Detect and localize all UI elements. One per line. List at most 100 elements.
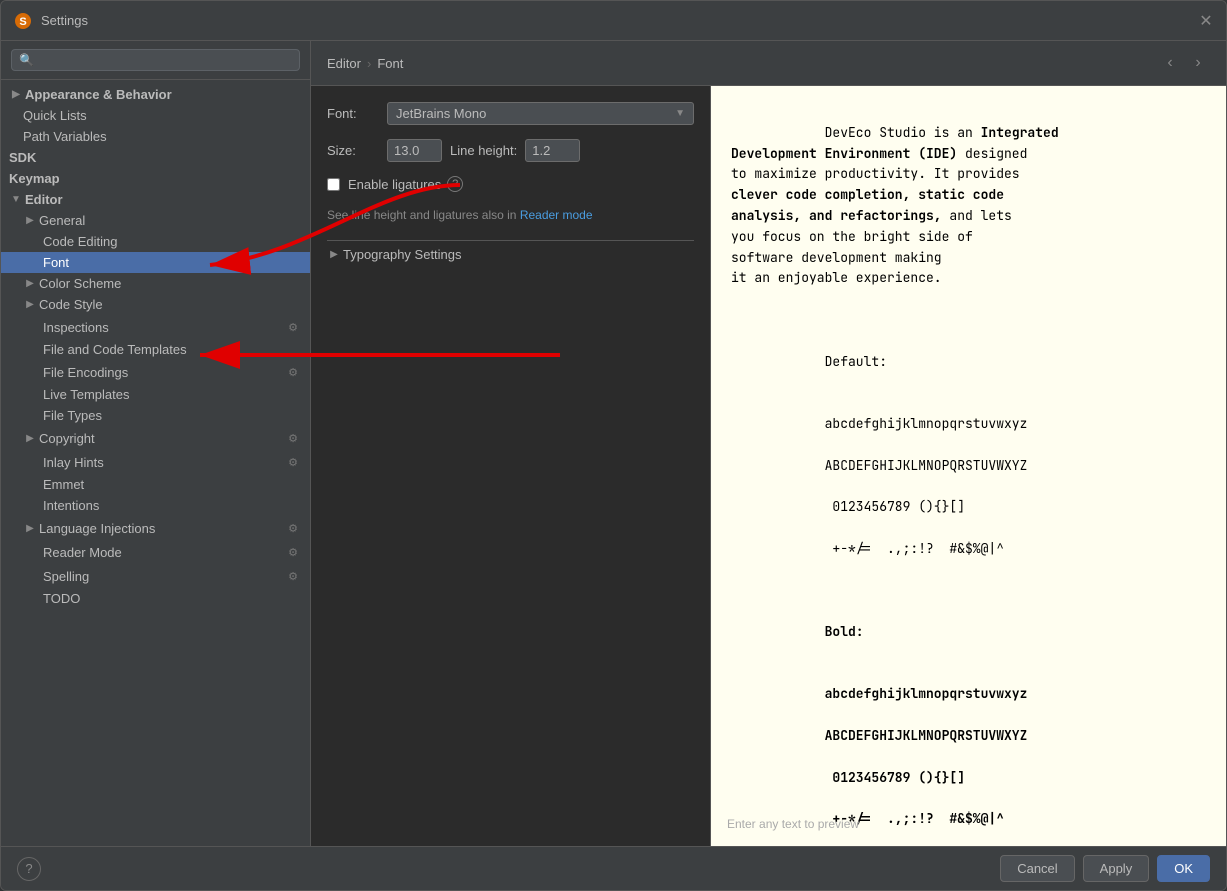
font-row: Font: JetBrains Mono ▼ [327,102,694,125]
nav-back-button[interactable]: ‹ [1158,51,1182,75]
window-title: Settings [41,13,1198,28]
settings-icon: ⚙ [284,363,302,381]
close-button[interactable]: ✕ [1198,13,1214,29]
sidebar-item-live-templates[interactable]: Live Templates [1,384,310,405]
sidebar-label: Appearance & Behavior [25,87,172,102]
sidebar-item-todo[interactable]: TODO [1,588,310,609]
sidebar-label: File Encodings [43,365,128,380]
size-label: Size: [327,143,387,158]
sidebar-label: Inlay Hints [43,455,104,470]
expand-icon: ▶ [23,521,37,535]
settings-icon: ⚙ [284,429,302,447]
sidebar-item-editor[interactable]: ▼ Editor [1,189,310,210]
enable-ligatures-label: Enable ligatures [348,177,441,192]
expand-icon: ▶ [23,298,37,312]
sidebar-item-appearance[interactable]: ▶ Appearance & Behavior [1,84,310,105]
sidebar-item-general[interactable]: ▶ General [1,210,310,231]
breadcrumb-parent: Editor [327,56,361,71]
breadcrumb-bar: Editor › Font ‹ › [311,41,1226,86]
sidebar-item-code-style[interactable]: ▶ Code Style [1,294,310,315]
size-row: Size: Line height: [327,139,694,162]
svg-text:S: S [19,16,26,28]
sidebar-label: Code Editing [43,234,117,249]
size-input[interactable] [387,139,442,162]
cancel-button[interactable]: Cancel [1000,855,1074,882]
preview-bold-upper: ABCDEFGHIJKLMNOPQRSTUVWXYZ [825,727,1028,744]
sidebar-item-file-types[interactable]: File Types [1,405,310,426]
preview-intro: DevEco Studio is an IntegratedDevelopmen… [731,124,1059,287]
font-select-value: JetBrains Mono [396,106,675,121]
enable-ligatures-checkbox[interactable] [327,178,340,191]
sidebar-label: Font [43,255,69,270]
help-icon[interactable]: ? [447,176,463,192]
expand-icon: ▶ [9,88,23,102]
sidebar-item-emmet[interactable]: Emmet [1,474,310,495]
sidebar-label: Emmet [43,477,84,492]
sidebar-label: Spelling [43,569,89,584]
line-height-input[interactable] [525,139,580,162]
nav-forward-button[interactable]: › [1186,51,1210,75]
help-button[interactable]: ? [17,857,41,881]
sidebar-label: Path Variables [23,129,107,144]
hint-text-content: See line height and ligatures also in [327,208,516,222]
sidebar-item-copyright[interactable]: ▶ Copyright ⚙ [1,426,310,450]
sidebar-label: Quick Lists [23,108,87,123]
sidebar-item-sdk[interactable]: SDK [1,147,310,168]
apply-button[interactable]: Apply [1083,855,1150,882]
settings-icon: ⚙ [284,318,302,336]
reader-mode-link[interactable]: Reader mode [520,208,593,222]
preview-default-nums: 0123456789 (){}[] [825,498,965,515]
expand-icon: ▼ [9,193,23,207]
sidebar-item-reader-mode[interactable]: Reader Mode ⚙ [1,540,310,564]
search-icon: 🔍 [19,53,34,67]
sidebar-item-spelling[interactable]: Spelling ⚙ [1,564,310,588]
typography-expand-icon: ▶ [327,248,341,262]
typography-section[interactable]: ▶ Typography Settings [327,240,694,268]
sidebar-label: Live Templates [43,387,129,402]
sidebar-item-code-editing[interactable]: Code Editing [1,231,310,252]
preview-placeholder: Enter any text to preview [727,815,859,834]
sidebar-tree: ▶ Appearance & Behavior Quick Lists Path… [1,80,310,846]
sidebar-item-color-scheme[interactable]: ▶ Color Scheme [1,273,310,294]
sidebar-label: Language Injections [39,521,155,536]
sidebar-label: File Types [43,408,102,423]
content-area: Font: JetBrains Mono ▼ Size: Line height… [311,86,1226,846]
sidebar-item-file-encodings[interactable]: File Encodings ⚙ [1,360,310,384]
ok-button[interactable]: OK [1157,855,1210,882]
settings-window: S Settings ✕ 🔍 ▶ Appearance & Behavior Q… [0,0,1227,891]
settings-icon: ⚙ [284,567,302,585]
typography-label: Typography Settings [343,247,462,262]
sidebar-item-inspections[interactable]: Inspections ⚙ [1,315,310,339]
sidebar-item-keymap[interactable]: Keymap [1,168,310,189]
app-icon: S [13,11,33,31]
sidebar-label: Editor [25,192,63,207]
preview-default-lower: abcdefghijklmnopqrstuvwxyz [825,415,1028,432]
sidebar-item-file-and-code-templates[interactable]: File and Code Templates [1,339,310,360]
sidebar-label: Color Scheme [39,276,121,291]
sidebar-item-inlay-hints[interactable]: Inlay Hints ⚙ [1,450,310,474]
sidebar-item-font[interactable]: Font [1,252,310,273]
search-input[interactable] [39,53,292,67]
font-select[interactable]: JetBrains Mono ▼ [387,102,694,125]
sidebar-label: Reader Mode [43,545,122,560]
sidebar-label: General [39,213,85,228]
search-bar: 🔍 [1,41,310,80]
expand-icon: ▶ [23,214,37,228]
sidebar-item-language-injections[interactable]: ▶ Language Injections ⚙ [1,516,310,540]
sidebar-item-path-variables[interactable]: Path Variables [1,126,310,147]
preview-bold-lower: abcdefghijklmnopqrstuvwxyz [825,685,1028,702]
breadcrumb-current: Font [377,56,403,71]
search-wrap[interactable]: 🔍 [11,49,300,71]
title-bar: S Settings ✕ [1,1,1226,41]
sidebar-item-intentions[interactable]: Intentions [1,495,310,516]
breadcrumb-separator: › [367,56,371,71]
sidebar-label: Copyright [39,431,95,446]
settings-panel: Font: JetBrains Mono ▼ Size: Line height… [311,86,711,846]
sidebar-label: TODO [43,591,80,606]
expand-icon: ▶ [23,277,37,291]
sidebar-item-quick-lists[interactable]: Quick Lists [1,105,310,126]
hint-text: See line height and ligatures also in Re… [327,206,694,224]
preview-bold-nums: 0123456789 (){}[] [825,769,965,786]
sidebar-label: Inspections [43,320,109,335]
dropdown-arrow-icon: ▼ [675,108,685,119]
